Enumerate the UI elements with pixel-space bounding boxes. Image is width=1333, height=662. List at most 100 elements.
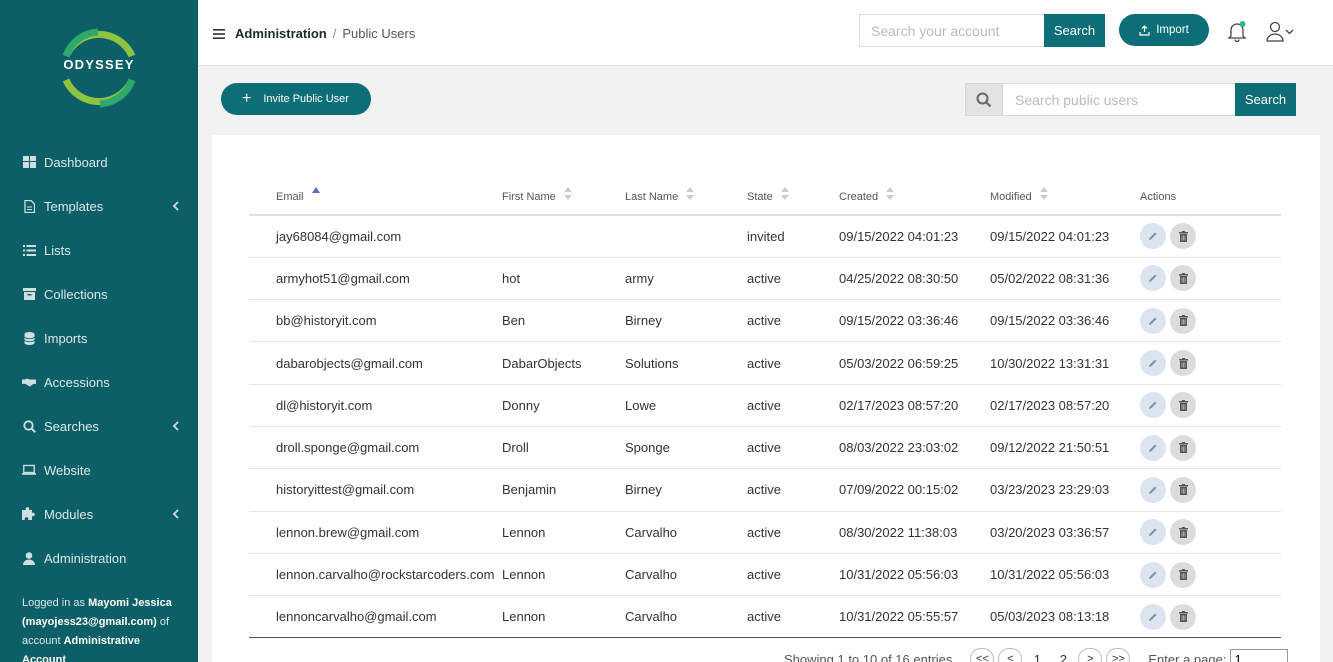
- delete-button[interactable]: [1170, 519, 1196, 546]
- state-cell: invited: [747, 215, 839, 258]
- page-2-link[interactable]: 2: [1052, 652, 1074, 662]
- last-page-button[interactable]: >>: [1106, 648, 1131, 662]
- last-name-cell: [625, 215, 747, 258]
- public-users-search-button[interactable]: Search: [1235, 83, 1296, 116]
- first-name-cell: Lennon: [502, 553, 625, 597]
- breadcrumb-root[interactable]: Administration: [235, 26, 327, 41]
- public-users-search-input[interactable]: [1003, 83, 1235, 116]
- edit-button[interactable]: [1140, 350, 1166, 377]
- actions-cell: [1140, 468, 1281, 512]
- delete-button[interactable]: [1170, 434, 1196, 461]
- sidebar-item-label: Administration: [44, 550, 127, 566]
- actions-cell: [1140, 384, 1281, 427]
- column-header-actions: Actions: [1140, 179, 1281, 216]
- column-header-modified[interactable]: Modified: [990, 179, 1140, 216]
- edit-button[interactable]: [1140, 519, 1166, 546]
- sidebar-item-website[interactable]: Website: [0, 448, 198, 492]
- notification-bell-icon[interactable]: [1226, 20, 1248, 42]
- delete-button[interactable]: [1170, 265, 1196, 292]
- sidebar: ODYSSEY Dashboard Templates Lists Collectio…: [0, 0, 198, 662]
- odyssey-logo[interactable]: ODYSSEY: [58, 26, 140, 110]
- edit-button[interactable]: [1140, 434, 1166, 461]
- actions-cell: [1140, 257, 1281, 301]
- email-cell: dabarobjects@gmail.com: [249, 341, 502, 385]
- modified-cell: 05/03/2023 08:13:18: [990, 595, 1140, 639]
- created-cell: 07/09/2022 00:15:02: [839, 468, 990, 512]
- first-name-cell: hot: [502, 257, 625, 301]
- column-header-first-name[interactable]: First Name: [502, 179, 625, 216]
- created-cell: 08/30/2022 11:38:03: [839, 511, 990, 554]
- sidebar-item-lists[interactable]: Lists: [0, 228, 198, 272]
- sidebar-item-dashboard[interactable]: Dashboard: [0, 140, 198, 184]
- edit-button[interactable]: [1140, 561, 1166, 588]
- invite-public-user-button[interactable]: + Invite Public User: [221, 83, 371, 115]
- sort-icon: [886, 187, 895, 200]
- created-cell: 09/15/2022 03:36:46: [839, 299, 990, 343]
- first-page-button[interactable]: <<: [970, 648, 995, 662]
- created-cell: 10/31/2022 05:55:57: [839, 595, 990, 639]
- edit-button[interactable]: [1140, 603, 1166, 630]
- sidebar-item-imports[interactable]: Imports: [0, 316, 198, 360]
- pencil-icon: [1149, 613, 1157, 621]
- edit-button[interactable]: [1140, 476, 1166, 503]
- account-search-button[interactable]: Search: [1044, 14, 1105, 47]
- prev-page-button[interactable]: <: [998, 648, 1023, 662]
- page-number-input[interactable]: [1230, 649, 1289, 662]
- column-header-last-name[interactable]: Last Name: [625, 179, 747, 216]
- edit-button[interactable]: [1140, 265, 1166, 292]
- pencil-icon: [1149, 359, 1157, 368]
- breadcrumb: Administration / Public Users: [235, 26, 415, 41]
- import-button[interactable]: Import: [1119, 14, 1209, 46]
- table-header-row: Email First Name Last Name State Created Modi…: [249, 179, 1281, 216]
- column-header-created[interactable]: Created: [839, 179, 990, 216]
- created-cell: 10/31/2022 05:56:03: [839, 553, 990, 597]
- actions-cell: [1140, 426, 1281, 470]
- last-name-cell: Carvalho: [625, 595, 747, 639]
- sidebar-nav: Dashboard Templates Lists Collections Import…: [0, 140, 198, 580]
- actions-cell: [1140, 553, 1281, 597]
- delete-button[interactable]: [1170, 223, 1196, 250]
- sidebar-item-searches[interactable]: Searches: [0, 404, 198, 448]
- pencil-icon: [1149, 571, 1157, 579]
- dashboard-icon: [22, 155, 36, 169]
- state-cell: active: [747, 511, 839, 554]
- column-header-state[interactable]: State: [747, 179, 839, 216]
- sidebar-item-templates[interactable]: Templates: [0, 184, 198, 228]
- first-name-cell: Donny: [502, 384, 625, 427]
- created-cell: 05/03/2022 06:59:25: [839, 341, 990, 385]
- next-page-button[interactable]: >: [1078, 648, 1103, 662]
- last-name-cell: Birney: [625, 299, 747, 343]
- delete-button[interactable]: [1170, 307, 1196, 334]
- table-row: bb@historyit.com Ben Birney active 09/15/202…: [249, 299, 1281, 343]
- table-row: dabarobjects@gmail.com DabarObjects Soluti…: [249, 341, 1281, 385]
- trash-icon: [1178, 272, 1188, 284]
- user-menu-icon[interactable]: [1266, 20, 1296, 42]
- edit-button[interactable]: [1140, 392, 1166, 419]
- sidebar-item-modules[interactable]: Modules: [0, 492, 198, 536]
- account-search-input[interactable]: [859, 14, 1044, 47]
- user-icon: [22, 551, 36, 565]
- email-cell: dl@historyit.com: [249, 384, 502, 427]
- created-cell: 02/17/2023 08:57:20: [839, 384, 990, 427]
- edit-button[interactable]: [1140, 307, 1166, 334]
- delete-button[interactable]: [1170, 392, 1196, 419]
- delete-button[interactable]: [1170, 476, 1196, 503]
- first-name-cell: Lennon: [502, 595, 625, 639]
- delete-button[interactable]: [1170, 350, 1196, 377]
- sidebar-item-administration[interactable]: Administration: [0, 536, 198, 580]
- first-name-cell: DabarObjects: [502, 341, 625, 385]
- trash-icon: [1178, 230, 1188, 242]
- sidebar-item-collections[interactable]: Collections: [0, 272, 198, 316]
- sort-icon: [563, 187, 572, 200]
- login-prefix: Logged in as: [22, 597, 85, 609]
- column-header-email[interactable]: Email: [249, 179, 502, 216]
- logo-text: ODYSSEY: [63, 57, 135, 72]
- page-1-link[interactable]: 1: [1026, 652, 1048, 662]
- edit-button[interactable]: [1140, 223, 1166, 250]
- delete-button[interactable]: [1170, 561, 1196, 588]
- hamburger-menu-icon[interactable]: [213, 28, 225, 40]
- delete-button[interactable]: [1170, 603, 1196, 630]
- sidebar-item-accessions[interactable]: Accessions: [0, 360, 198, 404]
- state-cell: active: [747, 384, 839, 427]
- modified-cell: 05/02/2022 08:31:36: [990, 257, 1140, 301]
